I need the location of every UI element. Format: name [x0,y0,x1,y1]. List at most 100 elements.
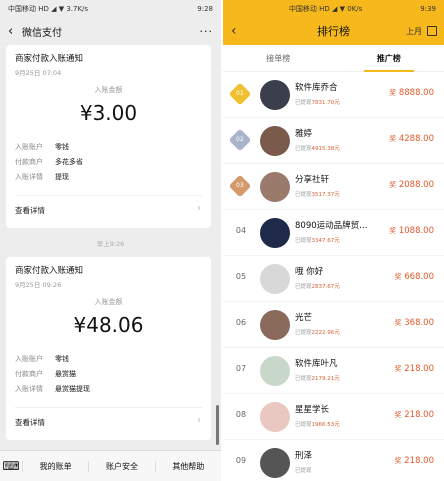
user-name: 软件库乔合 [295,83,338,93]
tab-orders[interactable]: 接单榜 [223,45,334,71]
prize-amount: 奖 218.00 [395,410,434,420]
rank-row[interactable]: 06 光芒 已提现2222.96元 奖 368.00 [223,302,444,348]
leaderboard-panel: 中国移动 HD ◢ ▼ 0K/s 9:39 ‹ 排行榜 上月 接单榜 推广榜 0… [223,0,444,481]
withdrawn-value: 7831.70元 [311,100,340,106]
card-title: 商家付款入账通知 [15,54,84,64]
rank-row[interactable]: 02 雅婷 已提现4915.38元 奖 4288.00 [223,118,444,164]
withdrawn-value: 3347.67元 [311,238,340,244]
detail-key: 付款商户 [15,370,43,378]
user-name: 哦 你好 [295,267,324,277]
avatar[interactable] [260,218,290,248]
withdrawn-amount: 已提现2179.21元 [295,374,340,382]
prize-value: 218.00 [404,410,434,420]
status-bar: 中国移动 HD ◢ ▼ 0K/s 9:39 [223,0,444,17]
rank-row[interactable]: 03 分享社轩 已提现3517.37元 奖 2088.00 [223,164,444,210]
withdrawn-value: 2837.67元 [311,284,340,290]
prize-label: 奖 [394,411,402,419]
withdrawn-value: 3517.37元 [311,192,340,198]
rank-row[interactable]: 08 星星学长 已提现1966.53元 奖 218.00 [223,394,444,440]
nav-bar: ‹ 排行榜 上月 [223,17,444,45]
rank-row[interactable]: 01 软件库乔合已提现7831.70元 奖 8888.00 [223,72,444,118]
avatar[interactable] [260,172,290,202]
detail-value: 悬赏猫提现 [55,385,90,393]
menu-account-security[interactable]: 账户安全 [88,460,154,472]
rank-row[interactable]: 05 哦 你好 已提现2837.67元 奖 668.00 [223,256,444,302]
detail-key: 入账详情 [15,173,43,181]
card-date: 9月25日 09:26 [15,281,62,289]
menu-my-bills[interactable]: 我的账单 [22,460,88,472]
tab-promotion[interactable]: 推广榜 [334,45,444,72]
menu-other-help[interactable]: 其他帮助 [154,460,221,472]
detail-value: 多花多省 [55,158,83,166]
withdrawn-amount: 已提现2222.96元 [295,328,340,336]
user-name: 8090运动品牌贸… [295,221,368,231]
rank-row[interactable]: 09 刑泽 已提现 奖 218.00 [223,440,444,481]
avatar[interactable] [260,402,290,432]
detail-row: 入账账户 零钱 [15,140,83,155]
more-icon[interactable]: ··· [200,25,214,38]
view-details-link[interactable]: 查看详情 [15,205,45,216]
user-name: 雅婷 [295,129,313,139]
withdrawn-amount: 已提现4915.38元 [295,144,340,152]
keyboard-icon[interactable]: ⌨ [0,459,22,473]
avatar[interactable] [260,448,290,478]
nav-bar: ‹ 微信支付 ··· [0,17,221,45]
prize-amount: 奖 218.00 [395,364,434,374]
withdrawn-amount: 已提现2837.67元 [295,282,340,290]
detail-value: 零钱 [55,143,69,151]
prize-value: 1088.00 [398,226,434,236]
gold-medal-icon: 01 [228,82,252,106]
rank-number: 02 [236,135,244,143]
avatar[interactable] [260,264,290,294]
withdrawn-label: 已提现 [295,468,312,474]
month-selector[interactable]: 上月 [406,26,422,37]
avatar[interactable] [260,126,290,156]
status-bar: 中国移动 HD ◢ ▼ 3.7K/s 9:28 [0,0,221,17]
prize-label: 奖 [394,273,402,281]
prize-value: 218.00 [404,364,434,374]
rank-row[interactable]: 07 软件库叶凡 已提现2179.21元 奖 218.00 [223,348,444,394]
status-time: 9:28 [197,4,213,13]
rank-number: 03 [236,181,244,189]
prize-label: 奖 [389,227,397,235]
calendar-icon[interactable] [427,26,437,36]
chevron-right-icon[interactable]: › [197,203,201,214]
withdrawn-value: 4915.38元 [311,146,340,152]
status-carrier: 中国移动 HD ◢ ▼ 0K/s [288,4,363,13]
avatar[interactable] [260,356,290,386]
amount-label: 入账金额 [94,298,123,306]
detail-value: 提现 [55,173,69,181]
avatar[interactable] [260,80,290,110]
user-name: 软件库叶凡 [295,359,338,369]
withdrawn-value: 2222.96元 [311,330,340,336]
user-name: 刑泽 [295,451,313,461]
user-name: 星星学长 [295,405,330,415]
view-details-link[interactable]: 查看详情 [15,417,45,428]
scrollbar[interactable] [216,405,219,445]
withdrawn-amount: 已提现7831.70元 [295,98,340,106]
rank-number: 06 [235,318,247,327]
detail-key: 付款商户 [15,158,43,166]
prize-amount: 奖 8888.00 [389,88,434,98]
withdrawn-amount: 已提现 [295,466,312,474]
prize-amount: 奖 668.00 [395,272,434,282]
avatar[interactable] [260,310,290,340]
bronze-medal-icon: 03 [228,174,252,198]
back-icon[interactable]: ‹ [8,24,22,39]
ranking-tabs: 接单榜 推广榜 [223,45,444,72]
prize-label: 奖 [389,135,397,143]
withdrawn-label: 已提现 [295,284,312,290]
status-carrier: 中国移动 HD ◢ ▼ 3.7K/s [8,4,89,13]
withdrawn-value: 2179.21元 [311,376,340,382]
page-title: 微信支付 [22,27,62,39]
card-date: 9月25日 07:04 [15,69,62,77]
detail-key: 入账详情 [15,385,43,393]
chevron-right-icon[interactable]: › [197,415,201,426]
wechat-pay-panel: 中国移动 HD ◢ ▼ 3.7K/s 9:28 ‹ 微信支付 ··· 商家付款入… [0,0,221,481]
prize-value: 668.00 [404,272,434,282]
withdrawn-label: 已提现 [295,146,312,152]
detail-row: 付款商户 悬赏猫 [15,367,90,382]
rank-row[interactable]: 04 8090运动品牌贸… 已提现3347.67元 奖 1088.00 [223,210,444,256]
prize-value: 8888.00 [398,88,434,98]
rank-number: 04 [235,226,247,235]
